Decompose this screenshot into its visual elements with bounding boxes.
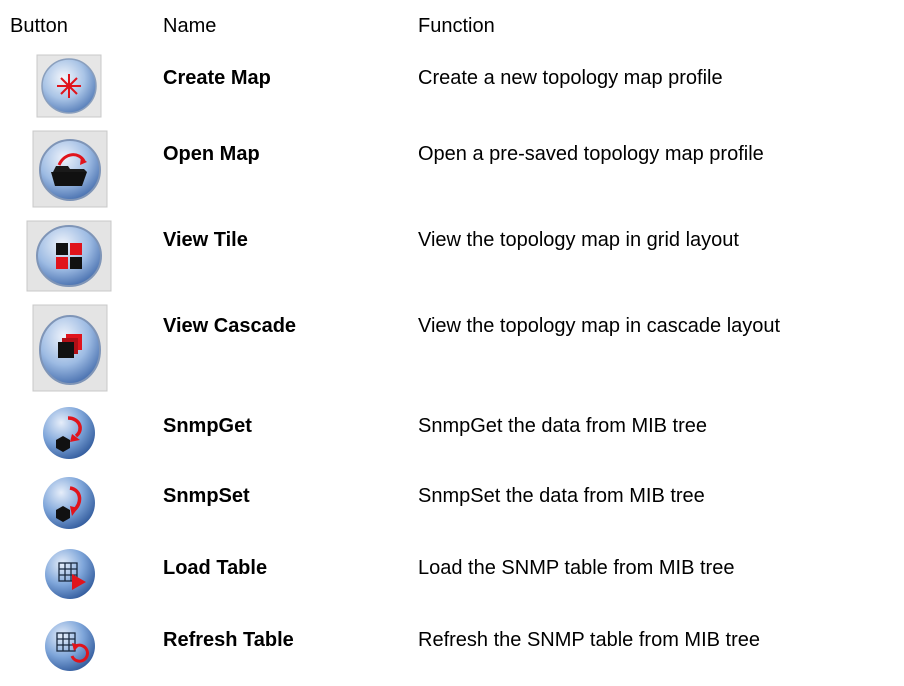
- row-name: Refresh Table: [163, 629, 294, 651]
- view-cascade-icon: [32, 304, 108, 392]
- snmp-get-button[interactable]: [40, 404, 98, 462]
- snmp-set-button[interactable]: [40, 474, 98, 532]
- row-name: View Cascade: [163, 315, 297, 337]
- row-name: View Tile: [163, 229, 248, 251]
- open-map-icon: [32, 130, 108, 208]
- load-table-icon: [45, 549, 95, 599]
- table-row: SnmpSet SnmpSet the data from MIB tree: [0, 470, 904, 534]
- table-row: Open Map Open a pre-saved topology map p…: [0, 128, 904, 208]
- view-cascade-button[interactable]: [32, 304, 108, 392]
- row-name: Create Map: [163, 67, 271, 89]
- table-row: Create Map Create a new topology map pro…: [0, 52, 904, 118]
- row-function: SnmpSet the data from MIB tree: [418, 485, 705, 507]
- table-header: Button Name Function: [0, 12, 904, 42]
- row-name: Load Table: [163, 557, 268, 579]
- create-map-button[interactable]: [36, 54, 102, 118]
- table-row: SnmpGet SnmpGet the data from MIB tree: [0, 400, 904, 464]
- header-button: Button: [10, 15, 68, 37]
- refresh-table-icon: [45, 621, 95, 671]
- row-function: View the topology map in cascade layout: [418, 315, 781, 337]
- row-function: Refresh the SNMP table from MIB tree: [418, 629, 760, 651]
- row-function: Open a pre-saved topology map profile: [418, 143, 764, 165]
- create-map-icon: [36, 54, 102, 118]
- row-function: SnmpGet the data from MIB tree: [418, 415, 708, 437]
- table-row: View Tile View the topology map in grid …: [0, 218, 904, 294]
- row-function: Create a new topology map profile: [418, 67, 723, 89]
- load-table-button[interactable]: [42, 546, 98, 602]
- row-name: Open Map: [163, 143, 260, 165]
- refresh-table-button[interactable]: [42, 618, 98, 674]
- snmp-get-icon: [43, 407, 95, 459]
- table-row: Refresh Table Refresh the SNMP table fro…: [0, 614, 904, 680]
- row-function: View the topology map in grid layout: [418, 229, 739, 251]
- table-row: View Cascade View the topology map in ca…: [0, 304, 904, 392]
- view-tile-button[interactable]: [26, 220, 112, 292]
- view-tile-icon: [26, 220, 112, 292]
- open-map-button[interactable]: [32, 130, 108, 208]
- row-name: SnmpGet: [163, 415, 252, 437]
- header-name: Name: [163, 15, 217, 37]
- header-function: Function: [418, 15, 495, 37]
- table-row: Load Table Load the SNMP table from MIB …: [0, 544, 904, 608]
- snmp-set-icon: [43, 477, 95, 529]
- row-name: SnmpSet: [163, 485, 250, 507]
- row-function: Load the SNMP table from MIB tree: [418, 557, 735, 579]
